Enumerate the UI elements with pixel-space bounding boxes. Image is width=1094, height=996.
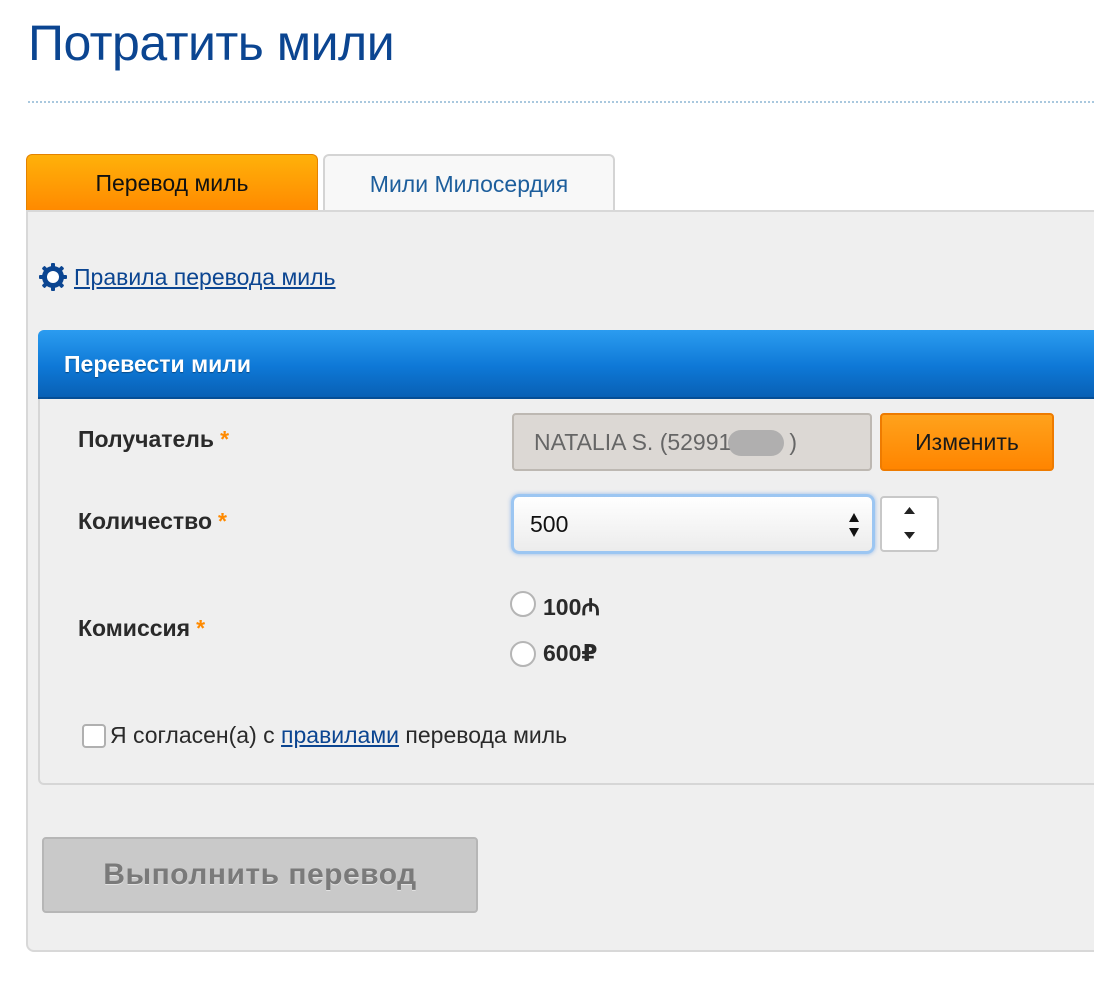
required-mark: * xyxy=(220,426,230,452)
stepper-up-button[interactable] xyxy=(882,498,937,524)
transfer-form-header: Перевести мили xyxy=(38,330,1094,399)
commission-amount: 100 xyxy=(543,594,582,620)
redacted-blur xyxy=(728,430,784,456)
quantity-label: Количество * xyxy=(78,508,227,534)
recipient-value-end: ) xyxy=(789,429,797,455)
agreement-rules-link[interactable]: правилами xyxy=(281,722,399,748)
tab-miles-transfer[interactable]: Перевод миль xyxy=(26,154,318,210)
change-recipient-button[interactable]: Изменить xyxy=(880,413,1054,471)
recipient-label: Получатель * xyxy=(78,426,230,452)
commission-radio-rub[interactable] xyxy=(510,641,536,667)
recipient-value: NATALIA S. (52991 xyxy=(534,429,732,455)
commission-amount: 600 xyxy=(543,640,582,666)
transfer-rules-link-label[interactable]: Правила перевода миль xyxy=(74,264,336,291)
triangle-up-icon xyxy=(904,507,915,514)
commission-label: Комиссия * xyxy=(78,615,206,641)
triangle-down-icon xyxy=(904,532,915,539)
stepper-down-button[interactable] xyxy=(882,524,937,550)
page-title: Потратить мили xyxy=(28,15,395,71)
commission-option-rub: 600₽ xyxy=(543,640,597,667)
quantity-select[interactable]: 500 xyxy=(511,494,875,554)
agree-checkbox[interactable] xyxy=(82,724,106,748)
quantity-value: 500 xyxy=(530,511,569,537)
miles-currency-icon: ₼ xyxy=(581,594,601,620)
submit-transfer-button[interactable]: Выполнить перевод xyxy=(42,837,478,913)
required-mark: * xyxy=(196,615,206,641)
quantity-stepper[interactable] xyxy=(880,496,939,552)
commission-radio-miles[interactable] xyxy=(510,591,536,617)
transfer-rules-link[interactable]: Правила перевода миль xyxy=(38,262,336,292)
recipient-field: NATALIA S. (52991) xyxy=(512,413,872,471)
select-arrows-icon xyxy=(849,513,859,537)
transfer-form-title: Перевести мили xyxy=(64,351,251,377)
gear-icon xyxy=(39,263,67,291)
title-divider xyxy=(28,101,1094,103)
commission-option-miles: 100₼ xyxy=(543,590,600,622)
required-mark: * xyxy=(218,508,227,534)
tab-charity-miles[interactable]: Мили Милосердия xyxy=(323,154,615,210)
ruble-currency-icon: ₽ xyxy=(581,640,598,666)
agreement-text: Я согласен(а) с правилами перевода миль xyxy=(110,722,568,748)
